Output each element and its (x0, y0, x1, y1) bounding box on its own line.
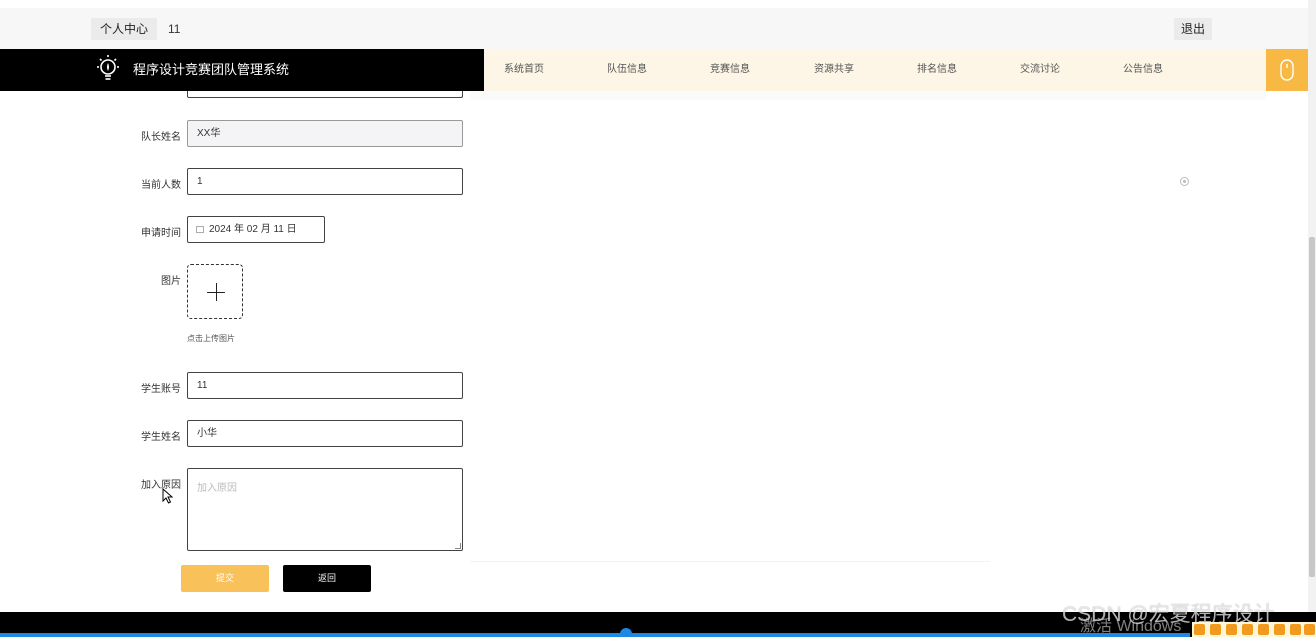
scrollbar-thumb[interactable] (1309, 237, 1315, 577)
tray-icon[interactable] (1242, 624, 1253, 635)
nav-item-discussion[interactable]: 交流讨论 (1020, 49, 1060, 91)
content-background (470, 91, 1266, 100)
apply-time-picker[interactable]: 2024 年 02 月 11 日 (187, 216, 325, 243)
footer-dot (620, 628, 632, 637)
nav-item-notices[interactable]: 公告信息 (1123, 49, 1163, 91)
mouse-button[interactable] (1266, 49, 1308, 91)
current-count-label: 当前人数 (141, 180, 181, 191)
apply-time-value: 2024 年 02 月 11 日 (209, 224, 297, 235)
back-button[interactable]: 返回 (283, 565, 371, 592)
tray-icon[interactable] (1258, 624, 1269, 635)
site-title: 程序设计竞赛团队管理系统 (133, 62, 290, 77)
student-name-label: 学生姓名 (141, 432, 181, 443)
system-tray (1192, 622, 1316, 637)
tray-icon[interactable] (1194, 624, 1205, 635)
student-name-field[interactable]: 小华 (187, 420, 463, 447)
nav-item-home[interactable]: 系统首页 (504, 49, 544, 91)
image-label: 图片 (161, 276, 181, 287)
submit-button[interactable]: 提交 (181, 565, 269, 592)
student-account-label: 学生账号 (141, 384, 181, 395)
nav-item-teams[interactable]: 队伍信息 (607, 49, 647, 91)
captain-name-field[interactable]: XX华 (187, 120, 463, 147)
user-center-link[interactable]: 个人中心 (91, 18, 158, 40)
tray-icon[interactable] (1290, 624, 1301, 635)
target-icon (1180, 177, 1189, 186)
nav-item-contests[interactable]: 竞赛信息 (710, 49, 750, 91)
tray-icon[interactable] (1210, 624, 1221, 635)
logout-button[interactable]: 退出 (1174, 18, 1213, 40)
mouse-icon (1280, 59, 1294, 81)
student-account-field[interactable]: 11 (187, 372, 463, 399)
mouse-cursor-icon (162, 488, 174, 504)
lightbulb-logo-icon (97, 55, 119, 80)
join-reason-placeholder: 加入原因 (197, 483, 237, 494)
username-label: 11 (168, 22, 181, 36)
apply-time-label: 申请时间 (141, 228, 181, 239)
main-nav: 系统首页 队伍信息 竞赛信息 资源共享 排名信息 交流讨论 公告信息 (484, 49, 1266, 91)
captain-name-label: 队长姓名 (141, 132, 181, 143)
resize-handle[interactable] (455, 543, 461, 549)
divider (470, 561, 990, 562)
join-reason-textarea[interactable]: 加入原因 (187, 468, 463, 551)
tray-icon[interactable] (1274, 624, 1285, 635)
nav-item-resources[interactable]: 资源共享 (814, 49, 854, 91)
tray-icon[interactable] (1226, 624, 1237, 635)
footer-progress (0, 633, 1190, 637)
image-upload-button[interactable] (187, 264, 243, 319)
site-header: 程序设计竞赛团队管理系统 (0, 49, 484, 91)
tray-icon[interactable] (1304, 624, 1315, 635)
partial-input[interactable] (187, 91, 463, 98)
upload-hint: 点击上传图片 (187, 334, 235, 343)
calendar-icon (196, 226, 204, 233)
nav-item-ranking[interactable]: 排名信息 (917, 49, 957, 91)
user-bar: 个人中心 11 退出 (0, 0, 1316, 49)
current-count-field[interactable]: 1 (187, 168, 463, 195)
